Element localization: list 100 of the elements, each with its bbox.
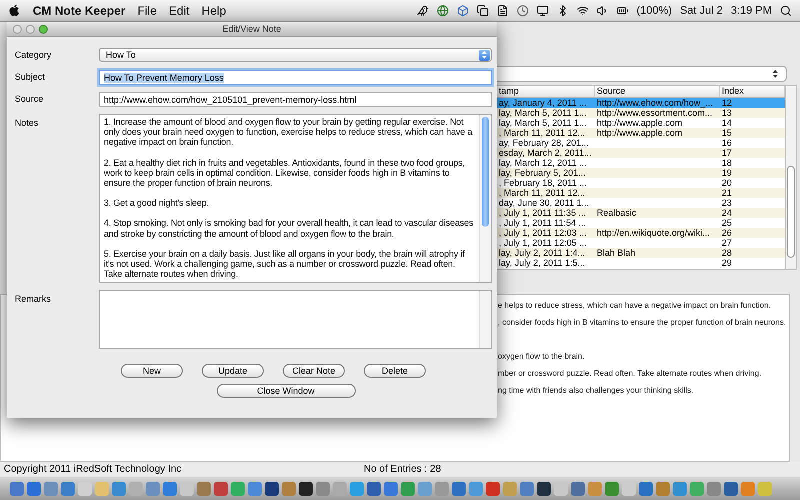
text-field[interactable]: How To Prevent Memory Loss [99,70,492,85]
table-row[interactable]: ay, January 4, 2011 ... http://www.ehow.com/how_... 12 [497,98,785,108]
minimize-button[interactable] [26,24,35,34]
table-cell-text: lay, March 5, 2011 1... [498,118,588,128]
apple-icon[interactable] [8,4,21,17]
table-cell-text: 17 [721,148,734,158]
menu-item[interactable]: Help [202,4,226,18]
table-cell-text: , March 11, 2011 12... [498,128,586,138]
table-cell-text: 27 [721,238,734,248]
table-cell-text: 25 [721,218,734,228]
table-row[interactable]: lay, February 5, 201... 19 [497,168,785,178]
stepper-icon [479,50,490,60]
table-cell-text: esday, March 2, 2011... [498,148,593,158]
table-row[interactable]: lay, March 5, 2011 1... http://www.essortment.com... 13 [497,108,785,118]
battery-icon[interactable] [616,4,629,16]
note-paragraph: 4. Stop smoking. Not only is smoking bad for your overall health, it can lead to vascular diseases and stroke by constricting the amount of blood and oxygen flow to the brain. [104,218,474,239]
table-cell-text: 26 [721,228,734,238]
text-field[interactable]: http://www.ehow.com/how_2105101_prevent-memory-loss.html [99,92,492,107]
note-line: ng time with friends also challenges your thinking skills. [498,385,694,397]
wifi-icon[interactable] [576,4,589,16]
table-cell-text: , July 1, 2011 11:54 ... [498,218,588,228]
monitor-icon[interactable] [536,4,549,16]
table-cell-text: , March 11, 2011 12... [498,188,586,198]
field-label: Category [15,49,53,62]
globe-icon[interactable] [436,4,449,16]
table-cell-text: , February 18, 2011 ... [498,178,588,188]
stepper-icon [770,68,781,80]
action-button[interactable]: Update [202,364,264,378]
table-row[interactable]: , July 1, 2011 11:35 ... Realbasic 24 [497,208,785,218]
field-label: Subject [15,71,46,84]
table-cell-text: 29 [721,258,734,268]
action-button[interactable]: New [121,364,183,378]
note-paragraph: 3. Get a good night's sleep. [104,198,210,208]
clock-icon[interactable] [516,4,529,16]
table-cell-text: day, June 30, 2011 1... [498,198,590,208]
menu-item[interactable]: File [138,4,158,18]
filter-popup[interactable] [497,66,787,82]
table-cell-text: , July 1, 2011 12:05 ... [498,238,588,248]
table-cell-text: lay, February 5, 201... [498,168,587,178]
table-cell-text: lay, July 2, 2011 1:5... [498,258,586,268]
table-cell-text: Realbasic [596,208,638,218]
table-cell-text: http://www.ehow.com/how_... [596,98,714,108]
table-cell-text: 28 [721,248,734,258]
table-cell-text: 23 [721,198,734,208]
close-window-button[interactable]: Close Window [216,384,356,398]
box-icon[interactable] [456,4,469,16]
search-icon[interactable] [780,4,792,16]
table-row[interactable]: , March 11, 2011 12... http://www.apple.com 15 [497,128,785,138]
table-cell-text: , July 1, 2011 12:03 ... [498,228,588,238]
table-cell-text: lay, July 2, 2011 1:4... [498,248,586,258]
app-menu[interactable]: CM Note Keeper [33,4,126,18]
table-cell-text: http://en.wikiquote.org/wiki... [596,228,712,238]
table-row[interactable]: lay, July 2, 2011 1:4... Blah Blah 28 [497,248,785,258]
table-cell-text: http://www.apple.com [596,118,684,128]
zoom-button[interactable] [39,24,48,34]
speaker-icon[interactable] [596,4,609,16]
bird-icon[interactable] [416,4,429,16]
table-cell-text: http://www.apple.com [596,128,684,138]
notes-field[interactable] [99,114,492,283]
note-paragraph: 5. Exercise your brain on a daily basis. Just like all organs in your body, the brain will atrophy if it's not used. Work a challenging game, such as a number or crossword puzzle. Read often. Take alternate routes when driving. [104,248,466,280]
scrollbar[interactable] [786,85,797,270]
scrollbar[interactable] [479,115,491,282]
app-icon[interactable] [265,482,279,496]
document-icon[interactable] [496,4,509,16]
app-icon[interactable] [537,482,551,496]
action-button[interactable]: Delete [364,364,426,378]
table-cell-text: 19 [721,168,734,178]
remarks-field[interactable] [99,290,492,349]
field-label: Source [15,93,45,106]
table-cell-text: 13 [721,108,734,118]
category-popup[interactable]: How To [99,48,492,62]
table-row[interactable]: esday, March 2, 2011... 17 [497,148,785,158]
column-header[interactable]: Source [595,86,720,97]
column-header[interactable]: Index [720,86,785,97]
note-line: mber or crossword puzzle. Read often. Take alternate routes when driving. [498,368,762,380]
menu-time[interactable]: 3:19 PM [731,4,772,16]
table-cell-text: 20 [721,178,734,188]
app-icon[interactable] [299,482,313,496]
action-button[interactable]: Clear Note [283,364,345,378]
battery-percent: (100%) [636,4,672,16]
window-title: Edit/View Note [222,24,282,34]
field-label: Notes [15,117,40,130]
table-cell-text: lay, March 12, 2011 ... [498,158,588,168]
close-button[interactable] [13,24,22,34]
field-label: Remarks [15,293,52,306]
table-cell-text: 14 [721,118,734,128]
table-cell-text: 15 [721,128,734,138]
note-line: , consider foods high in B vitamins to ensure the proper function of brain neurons. [498,317,786,329]
note-line: e helps to reduce stress, which can have a negative impact on brain function. [498,300,772,312]
menu-item[interactable]: Edit [169,4,190,18]
squares-icon[interactable] [476,4,489,16]
table-cell-text: 16 [721,138,734,148]
table-cell-text: ay, February 28, 201... [498,138,590,148]
table-row[interactable]: , July 1, 2011 12:03 ... http://en.wikiquote.org/wiki... 26 [497,228,785,238]
table-row[interactable]: , March 11, 2011 12... 21 [497,188,785,198]
note-line: oxygen flow to the brain. [498,351,585,363]
menu-date: Sat Jul 2 [680,4,724,16]
table-cell-text: Blah Blah [596,248,637,258]
note-paragraph: 1. Increase the amount of blood and oxygen flow to your brain by getting regular exercise. Not only does your brain need oxygen to function, exercise helps to reduce stress, which can have a negative impact on brain function. [104,117,474,148]
note-paragraph: 2. Eat a healthy diet rich in fruits and vegetables. Antioxidants, found in these two food groups, work to keep brain cells in optimal condition. Likewise, consider foods high in B vitamins to ensure the proper function of brain neurons. [104,158,466,188]
